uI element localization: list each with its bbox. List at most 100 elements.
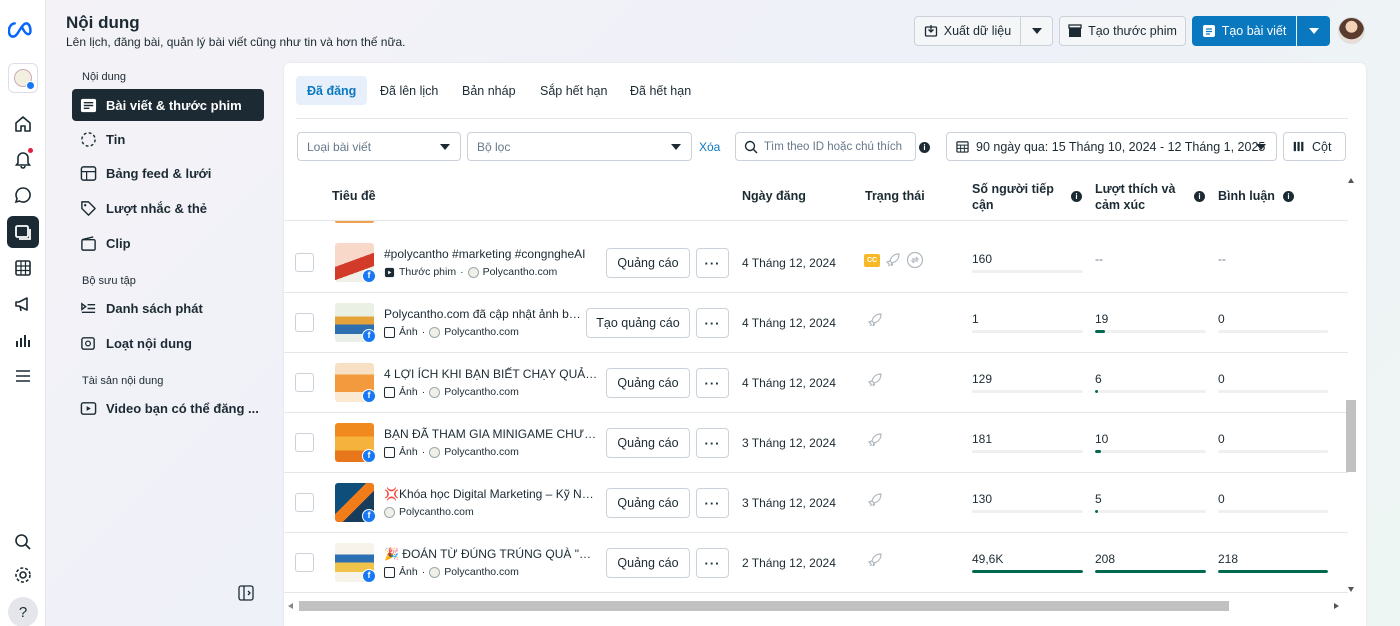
calendar-grid-icon[interactable] bbox=[10, 255, 36, 281]
boost-button[interactable]: Quảng cáo bbox=[606, 248, 690, 278]
likes-fill bbox=[1095, 510, 1098, 513]
chat-icon[interactable] bbox=[10, 182, 36, 208]
megaphone-icon[interactable] bbox=[10, 291, 36, 317]
more-options-button[interactable]: ··· bbox=[696, 368, 729, 398]
scroll-down-icon[interactable] bbox=[1348, 587, 1354, 592]
more-options-button[interactable]: ··· bbox=[696, 248, 729, 278]
insights-icon[interactable] bbox=[10, 327, 36, 353]
col-title[interactable]: Tiêu đề bbox=[332, 189, 376, 203]
info-icon[interactable]: i bbox=[919, 142, 930, 153]
export-dropdown-button[interactable] bbox=[1020, 16, 1053, 46]
table-row[interactable]: f BẠN ĐÃ THAM GIA MINIGAME CHƯA???... Ản… bbox=[284, 413, 1348, 473]
table-row[interactable]: f 🎉 ĐOÁN TỪ ĐÚNG TRÚNG QUÀ "TOA"... Ảnh ·… bbox=[284, 533, 1348, 593]
table-row[interactable]: f Polycantho.com đã cập nhật ảnh bìa ...… bbox=[284, 293, 1348, 353]
info-icon[interactable]: i bbox=[1283, 191, 1294, 202]
menu-icon[interactable] bbox=[10, 363, 36, 389]
more-options-button[interactable]: ··· bbox=[696, 428, 729, 458]
photo-icon bbox=[384, 326, 395, 338]
boost-button[interactable]: Quảng cáo bbox=[606, 368, 690, 398]
info-icon[interactable]: i bbox=[1071, 191, 1082, 202]
tab-expiring[interactable]: Sắp hết hạn bbox=[529, 76, 618, 105]
rocket-icon bbox=[867, 553, 882, 567]
nav-series[interactable]: Loạt nội dung bbox=[72, 327, 264, 359]
row-checkbox[interactable] bbox=[295, 553, 314, 572]
filter-select[interactable]: Bộ lọc bbox=[467, 132, 692, 161]
nav-label: Bảng feed & lưới bbox=[106, 165, 212, 181]
table-row[interactable]: f 4 LỢI ÍCH KHI BẠN BIẾT CHẠY QUẢNG C...… bbox=[284, 353, 1348, 413]
likes-fill bbox=[1095, 390, 1099, 393]
create-post-button[interactable]: Tạo bài viết bbox=[1192, 16, 1296, 46]
page-avatar[interactable] bbox=[8, 63, 38, 93]
info-icon[interactable]: i bbox=[1194, 191, 1205, 202]
nav-clips[interactable]: Clip bbox=[72, 227, 264, 259]
post-title[interactable]: 🎉 ĐOÁN TỪ ĐÚNG TRÚNG QUÀ "TOA"... bbox=[384, 547, 598, 561]
post-title[interactable]: 4 LỢI ÍCH KHI BẠN BIẾT CHẠY QUẢNG C... bbox=[384, 367, 602, 381]
post-type-select[interactable]: Loại bài viết bbox=[297, 132, 461, 161]
columns-icon bbox=[1293, 141, 1304, 152]
user-avatar[interactable] bbox=[1338, 17, 1365, 44]
row-checkbox[interactable] bbox=[295, 493, 314, 512]
vertical-scroll-thumb[interactable] bbox=[1346, 400, 1356, 472]
row-checkbox[interactable] bbox=[295, 253, 314, 272]
scroll-right-icon[interactable] bbox=[1334, 603, 1339, 609]
create-reel-button[interactable]: Tạo thước phim bbox=[1059, 16, 1186, 46]
bell-icon[interactable] bbox=[10, 146, 36, 172]
meta-logo-icon[interactable] bbox=[8, 17, 38, 43]
col-reach[interactable]: Số người tiếp cận bbox=[972, 181, 1062, 213]
rocket-icon bbox=[885, 253, 900, 267]
search-field[interactable]: Tìm theo ID hoặc chú thích bbox=[735, 132, 916, 161]
export-data-button[interactable]: Xuất dữ liệu bbox=[914, 16, 1021, 46]
nav-mentions-tags[interactable]: Lượt nhắc & thẻ bbox=[72, 192, 264, 224]
nav-playlists[interactable]: Danh sách phát bbox=[72, 292, 264, 324]
nav-posts-reels[interactable]: Bài viết & thước phim bbox=[72, 89, 264, 121]
boost-button[interactable]: Quảng cáo bbox=[606, 548, 690, 578]
col-comments[interactable]: Bình luận bbox=[1218, 189, 1275, 203]
table-row[interactable]: f #polycantho #marketing #congngheAI Thư… bbox=[284, 233, 1348, 293]
collapse-sidebar-icon[interactable] bbox=[238, 585, 254, 601]
post-title[interactable]: #polycantho #marketing #congngheAI bbox=[384, 247, 602, 261]
likes-bar bbox=[1095, 450, 1206, 453]
tab-drafts[interactable]: Bản nháp bbox=[451, 76, 527, 105]
horizontal-scrollbar[interactable] bbox=[284, 597, 1344, 615]
content-icon[interactable] bbox=[7, 216, 39, 248]
row-checkbox[interactable] bbox=[295, 313, 314, 332]
clip-icon bbox=[81, 235, 96, 251]
nav-videos-to-post[interactable]: Video bạn có thể đăng ... bbox=[72, 392, 264, 424]
table-row[interactable]: f 💢Khóa học Digital Marketing – Kỹ Năn..… bbox=[284, 473, 1348, 533]
row-checkbox[interactable] bbox=[295, 433, 314, 452]
scroll-left-icon[interactable] bbox=[288, 603, 293, 609]
post-title[interactable]: Polycantho.com đã cập nhật ảnh bìa ... bbox=[384, 307, 584, 321]
page-avatar-icon bbox=[429, 566, 441, 578]
col-likes[interactable]: Lượt thích và cảm xúc bbox=[1095, 181, 1183, 213]
comments-value: -- bbox=[1218, 252, 1226, 266]
tab-scheduled[interactable]: Đã lên lịch bbox=[369, 76, 449, 105]
more-options-button[interactable]: ··· bbox=[696, 488, 729, 518]
help-icon[interactable]: ? bbox=[8, 597, 38, 626]
columns-button[interactable]: Cột bbox=[1283, 132, 1346, 161]
date-range-picker[interactable]: 90 ngày qua: 15 Tháng 10, 2024 - 12 Thán… bbox=[946, 132, 1277, 161]
vertical-scrollbar[interactable] bbox=[1344, 175, 1358, 595]
boost-button[interactable]: Quảng cáo bbox=[606, 488, 690, 518]
scroll-up-icon[interactable] bbox=[1348, 178, 1354, 183]
col-date[interactable]: Ngày đăng bbox=[742, 189, 806, 203]
col-status[interactable]: Trạng thái bbox=[865, 189, 925, 203]
nav-feed-grid[interactable]: Bảng feed & lưới bbox=[72, 157, 264, 189]
create-post-dropdown-button[interactable] bbox=[1297, 16, 1330, 46]
post-title[interactable]: 💢Khóa học Digital Marketing – Kỹ Năn... bbox=[384, 487, 598, 501]
home-icon[interactable] bbox=[10, 111, 36, 137]
horizontal-scroll-thumb[interactable] bbox=[299, 601, 1229, 611]
post-title[interactable]: BẠN ĐÃ THAM GIA MINIGAME CHƯA???... bbox=[384, 427, 602, 441]
nav-label: Video bạn có thể đăng ... bbox=[106, 400, 259, 416]
more-options-button[interactable]: ··· bbox=[696, 308, 729, 338]
nav-stories[interactable]: Tin bbox=[72, 123, 264, 155]
page-avatar-icon bbox=[384, 506, 395, 518]
more-options-button[interactable]: ··· bbox=[696, 548, 729, 578]
tab-expired[interactable]: Đã hết hạn bbox=[619, 76, 702, 105]
boost-button[interactable]: Quảng cáo bbox=[606, 428, 690, 458]
settings-icon[interactable] bbox=[10, 562, 36, 588]
tab-published[interactable]: Đã đăng bbox=[296, 76, 368, 105]
search-icon[interactable] bbox=[10, 529, 36, 555]
create-ad-button[interactable]: Tạo quảng cáo bbox=[586, 308, 690, 338]
row-checkbox[interactable] bbox=[295, 373, 314, 392]
clear-filters-link[interactable]: Xóa bbox=[699, 140, 720, 154]
